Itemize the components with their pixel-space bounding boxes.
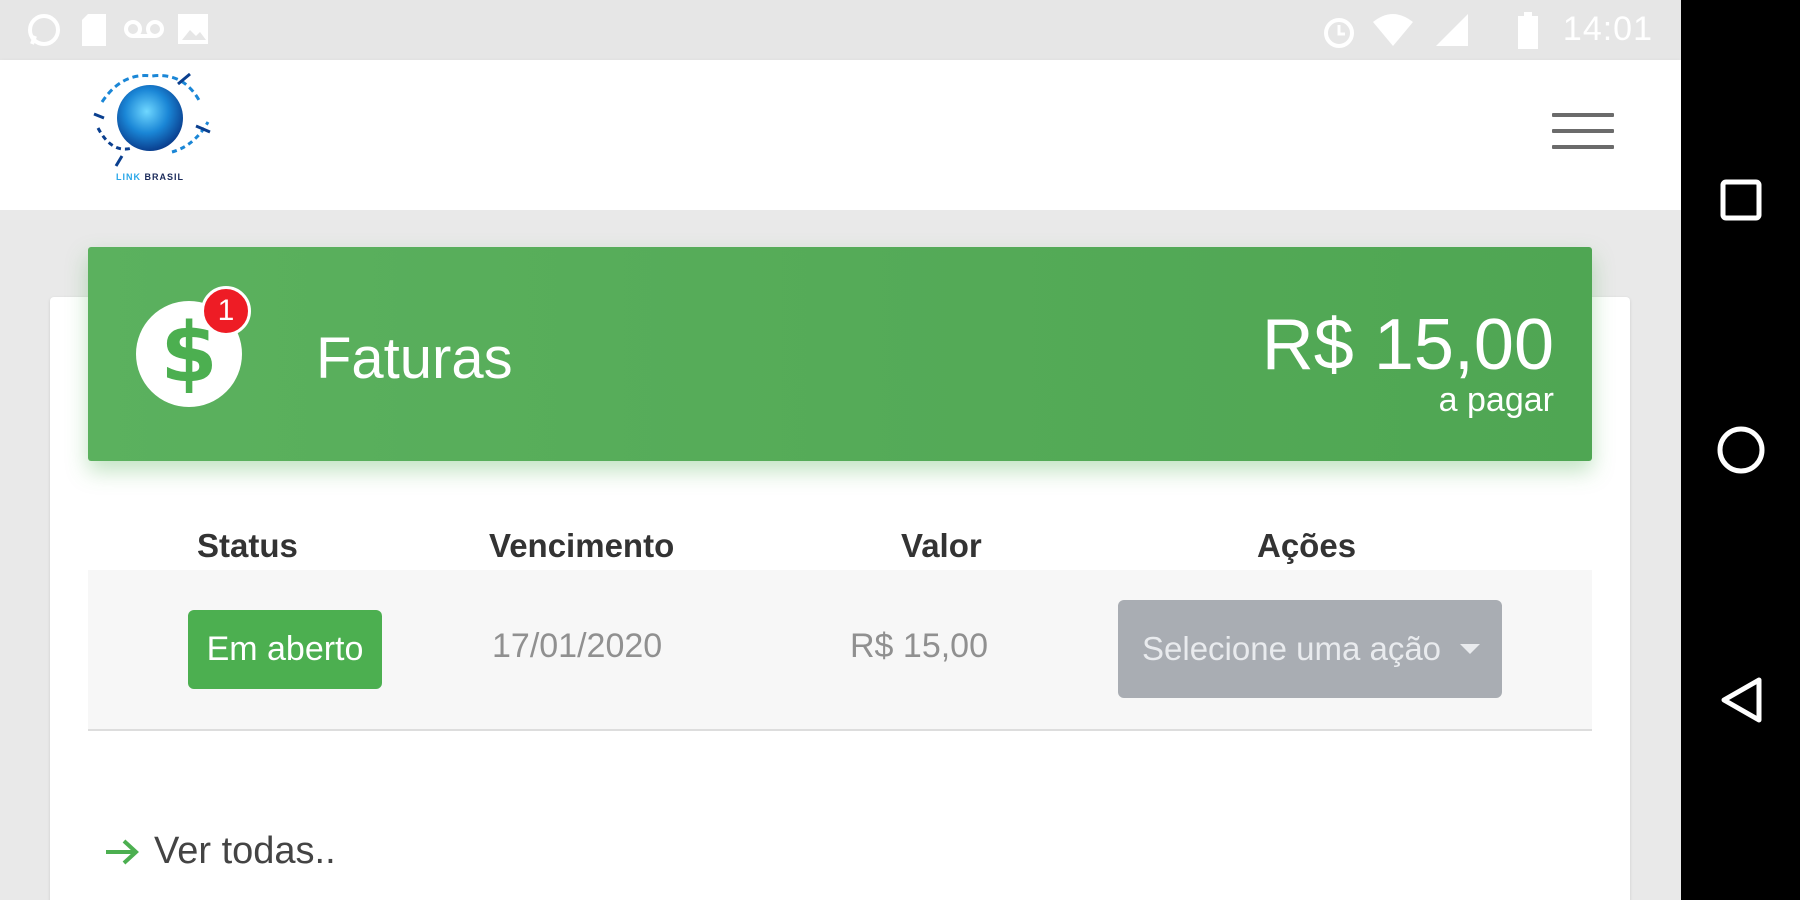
image-icon xyxy=(178,14,208,44)
back-button[interactable] xyxy=(1681,670,1800,730)
clock: 14:01 xyxy=(1562,10,1653,48)
arrow-right-icon xyxy=(106,839,139,864)
logo-caption-text: BRASIL xyxy=(144,172,184,182)
wifi-icon xyxy=(1373,14,1413,46)
amount-due: R$ 15,00 xyxy=(1261,305,1554,385)
value-cell: R$ 15,00 xyxy=(850,627,988,665)
action-select-label: Selecione uma ação xyxy=(1142,630,1442,667)
menu-button[interactable] xyxy=(1552,113,1614,155)
invoices-banner: $ 1 Faturas R$ 15,00 a pagar xyxy=(88,247,1592,461)
android-nav-bar xyxy=(1681,0,1800,900)
app-header: LINK BRASIL xyxy=(0,60,1681,210)
column-header-due-date: Vencimento xyxy=(489,527,675,564)
column-header-status: Status xyxy=(197,527,298,564)
amount-caption: a pagar xyxy=(1438,381,1554,419)
column-header-value: Valor xyxy=(901,527,982,564)
chevron-down-icon xyxy=(1460,644,1480,654)
notification-badge: 1 xyxy=(201,286,251,336)
logo-caption: LINK BRASIL xyxy=(116,172,184,182)
banner-title: Faturas xyxy=(316,326,513,391)
hamburger-icon-bar xyxy=(1552,145,1614,149)
action-select[interactable]: Selecione uma ação xyxy=(1118,600,1502,698)
see-all-label: Ver todas.. xyxy=(154,830,336,872)
hamburger-icon-bar xyxy=(1552,113,1614,117)
hamburger-icon-bar xyxy=(1552,129,1614,133)
alarm-icon xyxy=(1324,18,1354,48)
voicemail-icon xyxy=(124,20,164,38)
column-header-actions: Ações xyxy=(1257,527,1357,564)
whatsapp-icon xyxy=(28,14,60,46)
battery-icon xyxy=(1518,12,1538,49)
status-bar: 14:01 xyxy=(0,0,1681,60)
recents-button[interactable] xyxy=(1681,170,1800,230)
signal-icon xyxy=(1436,14,1468,46)
home-button[interactable] xyxy=(1681,420,1800,480)
status-badge: Em aberto xyxy=(188,610,382,689)
see-all-link[interactable]: Ver todas.. xyxy=(104,830,336,873)
home-icon xyxy=(1717,426,1764,474)
back-icon xyxy=(1721,677,1761,723)
sd-card-icon xyxy=(82,14,106,46)
table-divider xyxy=(88,729,1592,731)
company-logo[interactable] xyxy=(92,62,216,190)
due-date-cell: 17/01/2020 xyxy=(492,627,663,665)
recents-icon xyxy=(1720,179,1761,221)
